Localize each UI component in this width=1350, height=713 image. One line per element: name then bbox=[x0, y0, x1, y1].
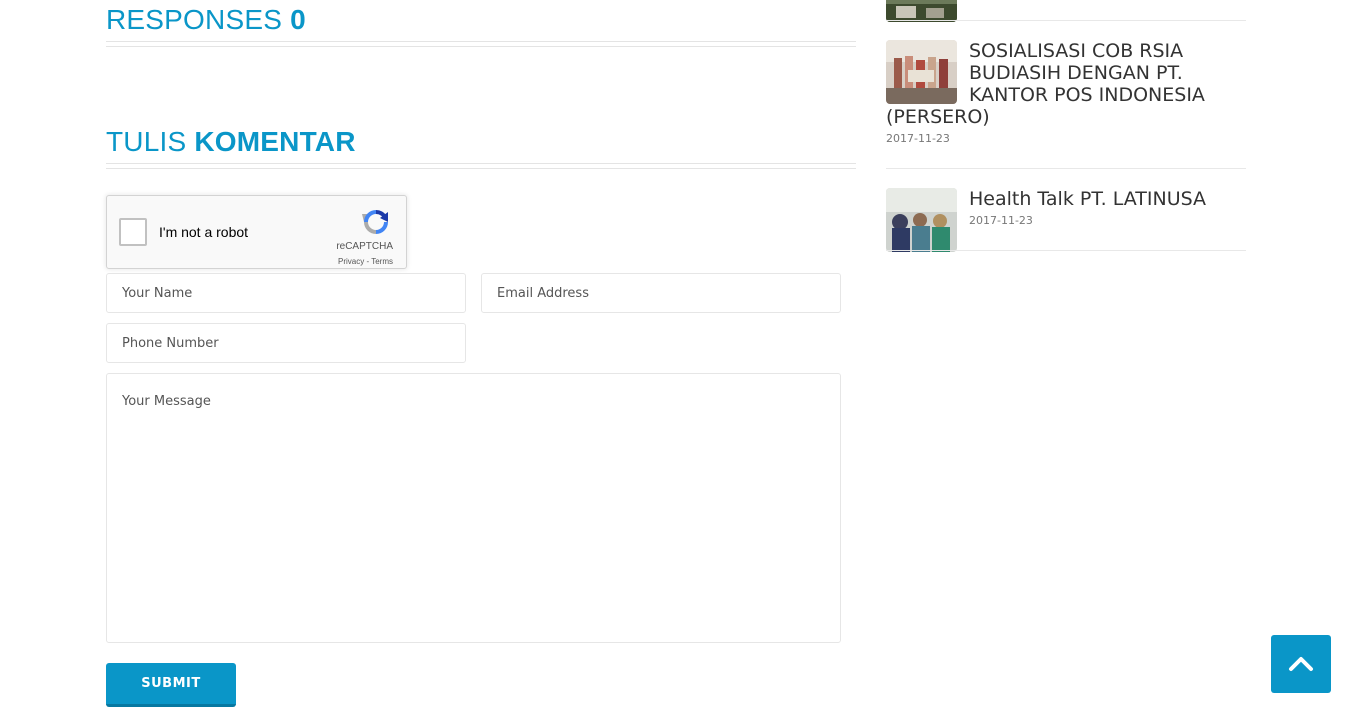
responses-heading: RESPONSES 0 bbox=[106, 6, 306, 34]
recaptcha-privacy-link[interactable]: Privacy bbox=[338, 257, 364, 266]
phone-input[interactable] bbox=[106, 323, 466, 363]
post-photo-icon bbox=[886, 188, 957, 252]
submit-button[interactable]: SUBMIT bbox=[106, 663, 236, 707]
recaptcha-logo-icon bbox=[362, 209, 388, 234]
comment-form-divider bbox=[106, 163, 856, 169]
recaptcha-widget: I'm not a robot reCAPTCHA Privacy - Term… bbox=[106, 195, 407, 269]
post-thumbnail[interactable] bbox=[886, 188, 957, 252]
sidebar-divider bbox=[886, 250, 1246, 251]
responses-label: RESPONSES bbox=[106, 4, 283, 35]
responses-divider bbox=[106, 41, 856, 47]
post-date: 2017-11-23 bbox=[886, 132, 950, 145]
message-textarea[interactable] bbox=[106, 373, 841, 643]
email-input[interactable] bbox=[481, 273, 841, 313]
post-photo-icon bbox=[886, 0, 957, 22]
chevron-up-icon bbox=[1289, 657, 1313, 671]
recaptcha-checkbox[interactable] bbox=[119, 218, 147, 246]
comment-form-heading: TULIS KOMENTAR bbox=[106, 128, 356, 156]
recaptcha-links: Privacy - Terms bbox=[338, 257, 393, 266]
name-input[interactable] bbox=[106, 273, 466, 313]
post-photo-icon bbox=[886, 40, 957, 104]
sidebar-post: SOSIALISASI COB RSIA BUDIASIH DENGAN PT.… bbox=[886, 40, 1246, 145]
recaptcha-brand: reCAPTCHA bbox=[336, 241, 393, 252]
sidebar-divider bbox=[886, 20, 1246, 21]
previous-post-thumbnail[interactable] bbox=[886, 0, 957, 22]
comment-heading-light: TULIS bbox=[106, 126, 187, 157]
responses-count: 0 bbox=[290, 4, 306, 35]
back-to-top-button[interactable] bbox=[1271, 635, 1331, 693]
sidebar-post: Health Talk PT. LATINUSA 2017-11-23 bbox=[886, 188, 1246, 252]
sidebar-divider bbox=[886, 168, 1246, 169]
page: RESPONSES 0 TULIS KOMENTAR I'm not a rob… bbox=[0, 0, 1350, 713]
post-thumbnail[interactable] bbox=[886, 40, 957, 104]
recaptcha-label: I'm not a robot bbox=[159, 224, 249, 240]
comment-heading-bold: KOMENTAR bbox=[194, 126, 356, 157]
recaptcha-terms-link[interactable]: Terms bbox=[371, 257, 393, 266]
